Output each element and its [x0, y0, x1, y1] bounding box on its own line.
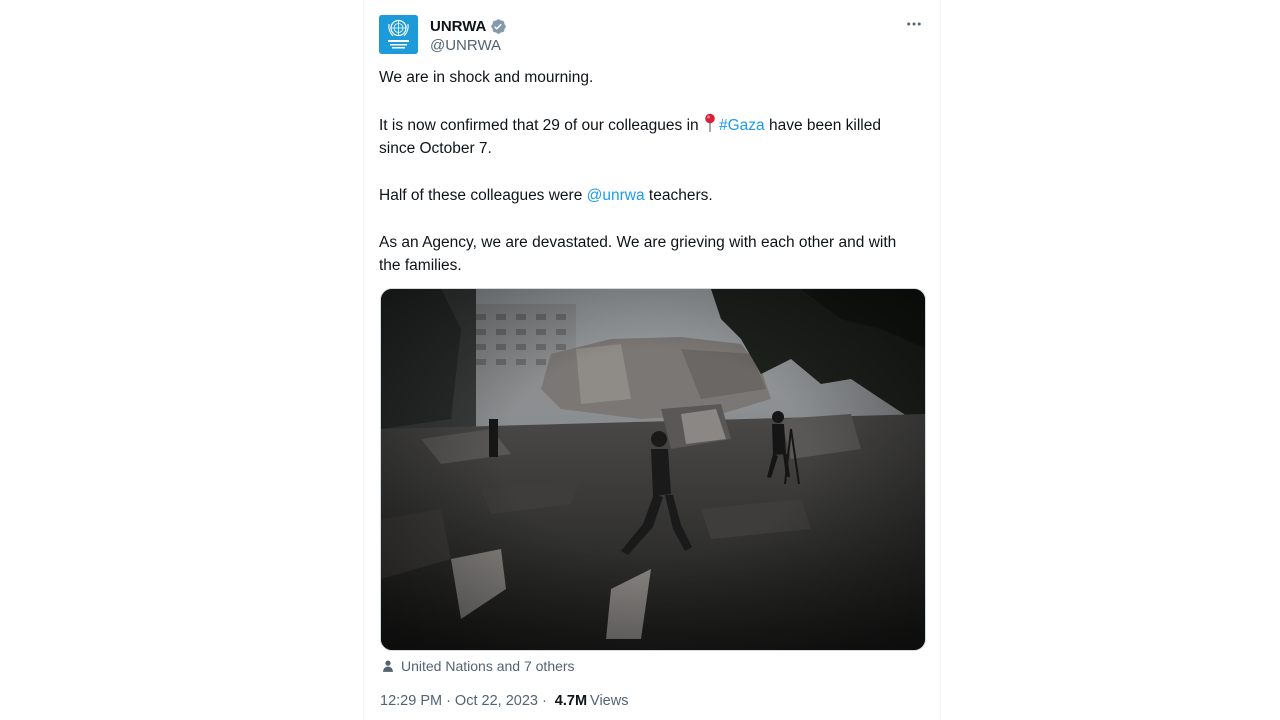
tweet-photo[interactable]: [380, 288, 926, 651]
tweet-header: UNRWA @UNRWA: [379, 14, 926, 56]
tweet-paragraph-2: It is now confirmed that 29 of our colle…: [379, 113, 919, 160]
tweet-text: We are in shock and mourning. It is now …: [379, 66, 919, 301]
tweet-meta: 12:29 PM · Oct 22, 2023 · 4.7M Views: [380, 690, 628, 712]
verified-badge-icon[interactable]: [490, 18, 507, 35]
tweet-paragraph-3: Half of these colleagues were @unrwa tea…: [379, 184, 919, 207]
mention-unrwa-link[interactable]: @unrwa: [587, 187, 645, 204]
tweet-time[interactable]: 12:29 PM: [380, 693, 442, 709]
more-dots-icon[interactable]: [904, 14, 924, 34]
tweet-date[interactable]: Oct 22, 2023: [455, 693, 538, 709]
avatar[interactable]: [379, 15, 418, 54]
tweet-paragraph-2-text: It is now confirmed that 29 of our colle…: [379, 117, 699, 134]
meta-separator: ·: [541, 693, 547, 709]
display-name-row: UNRWA: [430, 16, 507, 36]
hashtag-gaza-link[interactable]: #Gaza: [719, 117, 765, 134]
handle[interactable]: @UNRWA: [430, 37, 507, 54]
round-pushpin-icon: [704, 113, 716, 133]
tweet-paragraph-3-text-end: teachers.: [648, 187, 713, 204]
views-count[interactable]: 4.7M: [555, 693, 587, 709]
tweet-paragraph-4: As an Agency, we are devastated. We are …: [379, 234, 897, 274]
person-icon: [381, 659, 395, 673]
tweet-paragraph-3-text: Half of these colleagues were: [379, 187, 583, 204]
display-name[interactable]: UNRWA: [430, 18, 486, 35]
tagged-people-text: United Nations and 7 others: [401, 658, 575, 674]
account-names: UNRWA @UNRWA: [430, 16, 507, 54]
tagged-people[interactable]: United Nations and 7 others: [381, 656, 575, 676]
tweet-paragraph-1: We are in shock and mourning.: [379, 69, 594, 86]
tweet-card: UNRWA @UNRWA We are in shock and mournin…: [363, 0, 941, 720]
un-emblem-icon: [379, 15, 418, 54]
views-label: Views: [590, 693, 629, 709]
meta-separator: ·: [446, 693, 451, 709]
